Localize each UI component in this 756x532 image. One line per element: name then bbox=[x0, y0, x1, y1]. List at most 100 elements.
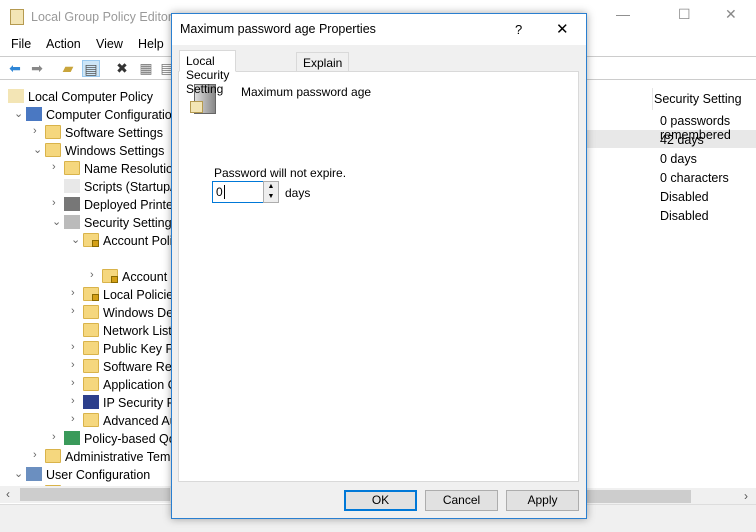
tree-item[interactable]: › Policy-based QoS bbox=[0, 430, 171, 448]
tree-item[interactable]: ⌄ Account Policies bbox=[0, 232, 171, 250]
tree-item[interactable]: ⌄ User Configuration bbox=[0, 466, 171, 484]
chevron-right-icon[interactable]: › bbox=[71, 395, 81, 407]
tree-item[interactable]: › Account Lockout Policy bbox=[0, 268, 171, 286]
chevron-right-icon[interactable]: › bbox=[33, 125, 43, 137]
scroll-icon bbox=[8, 89, 24, 103]
text-cursor bbox=[224, 185, 225, 199]
menu-help[interactable]: Help bbox=[138, 37, 164, 51]
chevron-down-icon[interactable]: ⌄ bbox=[14, 107, 24, 120]
tree-item-label: Security Settings bbox=[84, 216, 172, 230]
back-icon[interactable]: ⬅ bbox=[6, 60, 24, 77]
tree-item[interactable]: › Software Restriction Policies bbox=[0, 358, 172, 376]
setting-value[interactable]: 42 days bbox=[660, 133, 704, 147]
tree-item[interactable]: › Local Policies bbox=[0, 286, 171, 304]
chevron-right-icon[interactable]: › bbox=[71, 377, 81, 389]
tree-item[interactable]: › IP Security Policies bbox=[0, 394, 171, 412]
chevron-right-icon[interactable]: › bbox=[52, 197, 62, 209]
setting-value[interactable]: 0 days bbox=[660, 152, 697, 166]
tree-item[interactable]: › Administrative Templates bbox=[0, 448, 171, 466]
scroll-right-icon[interactable]: › bbox=[744, 489, 748, 503]
tab-explain[interactable]: Explain bbox=[296, 52, 350, 72]
chevron-down-icon[interactable]: ⌄ bbox=[33, 143, 43, 156]
tree-item[interactable]: › Name Resolution Policy bbox=[0, 160, 171, 178]
tree-item[interactable]: › Public Key Policies bbox=[0, 340, 171, 358]
chevron-right-icon[interactable]: › bbox=[71, 341, 81, 353]
chevron-right-icon[interactable]: › bbox=[90, 269, 100, 281]
tree-item-label: Scripts (Startup/Shutdown) bbox=[84, 180, 172, 194]
chevron-right-icon[interactable]: › bbox=[71, 359, 81, 371]
spin-down-icon[interactable]: ▼ bbox=[264, 192, 278, 202]
scroll-left-icon[interactable]: ‹ bbox=[6, 487, 10, 501]
tree-item[interactable]: ⌄ Security Settings bbox=[0, 214, 172, 232]
tree-item[interactable]: Network List Manager Policies bbox=[0, 322, 171, 340]
tree-item-label: Software Restriction Policies bbox=[103, 360, 172, 374]
details-horizontal-scrollbar[interactable]: › bbox=[586, 488, 756, 505]
column-divider[interactable] bbox=[652, 88, 653, 110]
show-hide-tree-icon[interactable]: ▤ bbox=[82, 60, 100, 77]
scroll-thumb[interactable] bbox=[586, 490, 691, 503]
chevron-down-icon[interactable]: ⌄ bbox=[14, 467, 24, 480]
delete-icon[interactable]: ✖ bbox=[113, 60, 131, 77]
days-input[interactable]: 0 bbox=[212, 181, 264, 203]
tree-item[interactable]: › Software Settings bbox=[0, 124, 171, 142]
folder-icon bbox=[83, 323, 99, 337]
security-icon bbox=[64, 215, 80, 229]
properties-icon[interactable]: ▦ bbox=[137, 60, 155, 77]
spin-up-icon[interactable]: ▲ bbox=[264, 182, 278, 192]
forward-icon[interactable]: ➡ bbox=[28, 60, 46, 77]
policy-name: Maximum password age bbox=[241, 85, 372, 99]
tree-item-label: Administrative Templates bbox=[65, 450, 171, 464]
maximize-button[interactable]: ☐ bbox=[678, 6, 691, 23]
script-icon bbox=[64, 179, 80, 193]
up-folder-icon[interactable]: ▰ bbox=[59, 60, 77, 77]
tree-item[interactable]: › Deployed Printers bbox=[0, 196, 171, 214]
setting-value[interactable]: 0 characters bbox=[660, 171, 729, 185]
tree-item[interactable]: ⌄ Computer Configuration bbox=[0, 106, 171, 124]
help-button[interactable]: ? bbox=[515, 22, 522, 37]
menu-file[interactable]: File bbox=[11, 37, 31, 51]
chevron-right-icon[interactable]: › bbox=[71, 413, 81, 425]
ipsec-icon bbox=[83, 395, 99, 409]
tree-item[interactable]: › Windows Defender Firewall bbox=[0, 304, 171, 322]
chevron-right-icon[interactable]: › bbox=[33, 449, 43, 461]
chevron-right-icon[interactable]: › bbox=[71, 305, 81, 317]
dialog-title: Maximum password age Properties bbox=[180, 22, 376, 36]
tree-item[interactable]: Scripts (Startup/Shutdown) bbox=[0, 178, 172, 196]
days-unit-label: days bbox=[285, 186, 311, 200]
chevron-right-icon[interactable]: › bbox=[71, 287, 81, 299]
folder-icon bbox=[83, 413, 99, 427]
tree-item[interactable]: Local Computer Policy bbox=[0, 88, 171, 106]
close-button[interactable]: ✕ bbox=[725, 6, 737, 23]
chevron-right-icon[interactable]: › bbox=[52, 161, 62, 173]
tree-item[interactable]: ⌄ Windows Settings bbox=[0, 142, 171, 160]
tree-item-label: Advanced Audit Policy bbox=[103, 414, 171, 428]
column-header-security-setting[interactable]: Security Setting bbox=[654, 92, 742, 106]
tree-item[interactable]: › Advanced Audit Policy bbox=[0, 412, 171, 430]
days-spinner[interactable]: ▲ ▼ bbox=[263, 181, 279, 203]
days-input-value[interactable]: 0 bbox=[216, 185, 223, 199]
ok-button[interactable]: OK bbox=[344, 490, 417, 511]
dialog-close-button[interactable]: ✕ bbox=[556, 20, 569, 38]
tree-item-label: Account Lockout Policy bbox=[122, 270, 171, 284]
cancel-button[interactable]: Cancel bbox=[425, 490, 498, 511]
tree-item[interactable]: ›Password Policy bbox=[102, 250, 171, 268]
tree-horizontal-scrollbar[interactable]: ‹ bbox=[0, 486, 172, 503]
scroll-thumb[interactable] bbox=[20, 488, 170, 501]
tree-item-label: Application Control Policies bbox=[103, 378, 171, 392]
setting-value[interactable]: Disabled bbox=[660, 190, 709, 204]
setting-value[interactable]: Disabled bbox=[660, 209, 709, 223]
lockfolder-icon bbox=[83, 233, 99, 247]
tree-item-label: Windows Settings bbox=[65, 144, 165, 158]
tab-local-security-setting[interactable]: Local Security Setting bbox=[179, 50, 237, 96]
folder-icon bbox=[83, 305, 99, 319]
chevron-down-icon[interactable]: ⌄ bbox=[52, 215, 62, 228]
menu-action[interactable]: Action bbox=[46, 37, 81, 51]
apply-button[interactable]: Apply bbox=[506, 490, 579, 511]
menu-view[interactable]: View bbox=[96, 37, 123, 51]
chevron-down-icon[interactable]: ⌄ bbox=[71, 233, 81, 246]
tree-item-label: Name Resolution Policy bbox=[84, 162, 171, 176]
chevron-right-icon[interactable]: › bbox=[52, 431, 62, 443]
minimize-button[interactable]: — bbox=[616, 6, 630, 22]
tree-item-label: Public Key Policies bbox=[103, 342, 171, 356]
tree-item[interactable]: › Application Control Policies bbox=[0, 376, 171, 394]
